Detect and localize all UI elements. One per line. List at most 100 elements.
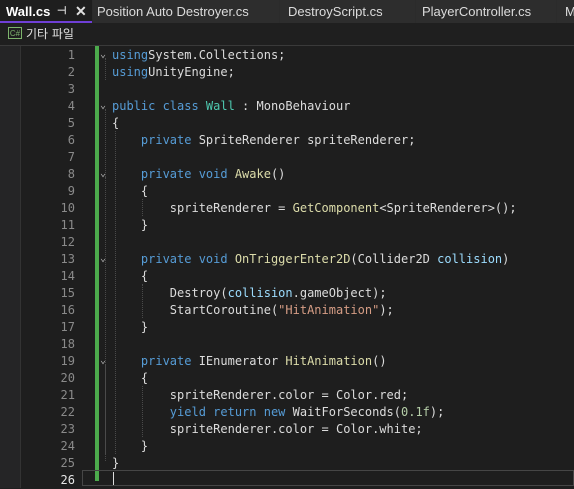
code-line[interactable]: yield return new WaitForSeconds(0.1f); (112, 404, 445, 421)
code-token: UnityEngine; (148, 65, 235, 79)
code-token: GetComponent (292, 201, 380, 215)
code-token: } (112, 320, 149, 334)
line-number: 3 (67, 82, 75, 96)
tab-position-auto-destroyer[interactable]: Position Auto Destroyer.cs (93, 0, 279, 23)
code-line[interactable]: spriteRenderer.color = Color.white; (112, 421, 423, 438)
pin-icon[interactable]: ⊣ (57, 0, 67, 21)
change-tracking-bar (95, 46, 99, 481)
code-token: } (112, 439, 149, 453)
code-line[interactable]: } (112, 438, 148, 455)
code-token: Destroy( (112, 286, 228, 300)
line-number: 9 (67, 184, 75, 198)
code-line[interactable]: { (112, 370, 148, 387)
code-line[interactable]: usingSystem.Collections; (112, 47, 285, 64)
code-line[interactable]: private IEnumerator HitAnimation() (112, 353, 387, 370)
line-number: 13 (60, 252, 75, 266)
line-number: 23 (60, 422, 75, 436)
code-token: { (112, 184, 149, 198)
code-token: private (140, 354, 199, 368)
line-number: 18 (60, 337, 75, 351)
text-caret (113, 472, 114, 485)
code-token: { (112, 371, 149, 385)
code-line[interactable]: Destroy(collision.gameObject); (112, 285, 387, 302)
line-number: 8 (67, 167, 75, 181)
line-number: 26 (60, 473, 75, 487)
code-token: .gameObject); (292, 286, 387, 300)
line-number: 14 (60, 269, 75, 283)
code-token: public class (112, 99, 206, 113)
line-number: 10 (60, 201, 75, 215)
code-line[interactable]: } (112, 455, 119, 472)
tab-destroy-script[interactable]: DestroyScript.cs (280, 0, 415, 23)
code-line[interactable]: private SpriteRenderer spriteRenderer; (112, 132, 416, 149)
close-icon[interactable]: ✕ (75, 0, 87, 21)
code-token: yield return new (169, 405, 293, 419)
line-number: 24 (60, 439, 75, 453)
current-line-highlight (82, 470, 574, 486)
code-token: using (112, 65, 149, 79)
code-token: collision (227, 286, 293, 300)
code-line[interactable]: } (112, 217, 148, 234)
fold-guide (105, 262, 106, 335)
line-number: 15 (60, 286, 75, 300)
code-token: private void (140, 252, 235, 266)
tab-label: M (565, 4, 574, 19)
tab-overflow[interactable]: M (557, 0, 574, 23)
line-number: 20 (60, 371, 75, 385)
code-token: ) (502, 252, 510, 266)
code-editor[interactable]: 1 2 3 4 5 6 7 8 9 10 11 12 13 14 15 16 17 18 19 20 21 22 23 24 2… (0, 46, 574, 488)
code-line[interactable]: { (112, 183, 148, 200)
code-token: (Collider2D (350, 252, 438, 266)
line-number: 4 (67, 99, 75, 113)
code-line[interactable]: { (112, 268, 148, 285)
code-token: Awake (234, 167, 271, 181)
line-number: 21 (60, 388, 75, 402)
code-line[interactable]: spriteRenderer.color = Color.red; (112, 387, 408, 404)
code-token: using (112, 48, 149, 62)
tab-label: Position Auto Destroyer.cs (97, 4, 249, 19)
code-line[interactable]: { (112, 115, 119, 132)
line-number: 6 (67, 133, 75, 147)
tab-player-controller[interactable]: PlayerController.cs (416, 0, 556, 23)
code-line[interactable]: private void Awake() (112, 166, 286, 183)
code-token: collision (437, 252, 503, 266)
line-number: 1 (67, 48, 75, 62)
code-token: SpriteRenderer spriteRenderer; (198, 133, 416, 147)
code-line[interactable]: public class Wall : MonoBehaviour (112, 98, 350, 115)
code-line[interactable]: spriteRenderer = GetComponent<SpriteRend… (112, 200, 517, 217)
tab-wall-cs[interactable]: Wall.cs ⊣ ✕ (0, 0, 92, 23)
line-number: 12 (60, 235, 75, 249)
indicator-margin (0, 46, 21, 488)
code-token: () (270, 167, 286, 181)
code-token: System.Collections; (148, 48, 286, 62)
code-token: ); (379, 303, 394, 317)
line-number: 2 (67, 65, 75, 79)
code-line[interactable]: StartCoroutine("HitAnimation"); (112, 302, 394, 319)
code-token: () (372, 354, 387, 368)
code-token: spriteRenderer = (112, 201, 293, 215)
line-number: 19 (60, 354, 75, 368)
line-number: 17 (60, 320, 75, 334)
code-token: { (112, 269, 149, 283)
code-line[interactable]: } (112, 319, 148, 336)
fold-guide (105, 364, 106, 454)
code-token: StartCoroutine( (112, 303, 279, 317)
navigation-bar: C# 기타 파일 (0, 23, 574, 46)
code-line[interactable]: usingUnityEngine; (112, 64, 235, 81)
code-token: 0.1f (401, 405, 430, 419)
code-token: HitAnimation (285, 354, 373, 368)
code-token: WaitForSeconds( (292, 405, 401, 419)
project-dropdown[interactable]: 기타 파일 (26, 23, 74, 45)
fold-guide (105, 58, 106, 80)
code-line[interactable]: private void OnTriggerEnter2D(Collider2D… (112, 251, 509, 268)
code-token: private (140, 133, 199, 147)
line-number: 11 (60, 218, 75, 232)
code-token: spriteRenderer.color = Color.white; (112, 422, 423, 436)
tab-label: Wall.cs (6, 4, 51, 19)
code-token: OnTriggerEnter2D (234, 252, 351, 266)
line-number: 7 (67, 150, 75, 164)
